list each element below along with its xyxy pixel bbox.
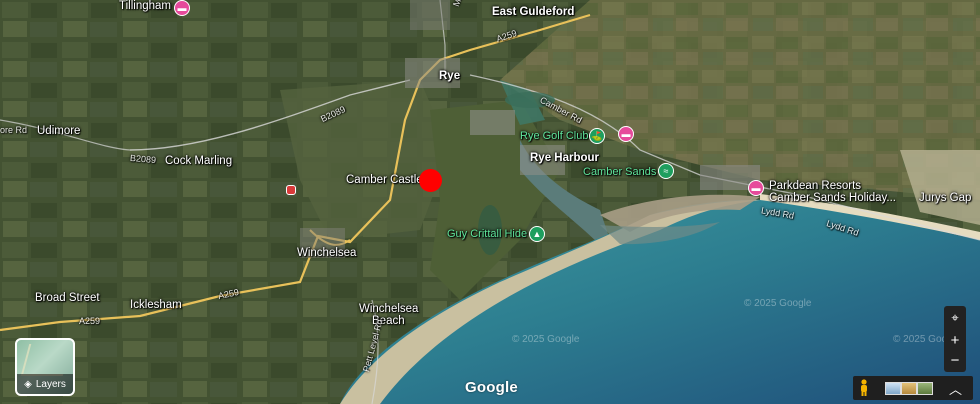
road-label-more-rd: ore Rd [0,125,28,135]
layers-button[interactable]: ◈ Layers [15,338,75,396]
bottom-toolbar: ︿ [853,376,973,400]
place-label-rye-golf-club[interactable]: Rye Golf Club [520,130,588,142]
place-label-east-guldeford: East Guldeford [492,6,575,18]
park-icon[interactable]: ▲ [529,226,545,242]
layers-label: Layers [35,378,66,390]
zoom-out-button[interactable]: − [944,350,966,370]
copyright-watermark: © 2025 Google [744,298,812,309]
copyright-watermark: © 2025 Google [512,334,580,345]
place-label-guy-crittall-hide[interactable]: Guy Crittall Hide [447,228,527,240]
place-label-parkdean-2[interactable]: Camber Sands Holiday... [769,192,896,204]
zoom-controls: ⌖ + − [944,306,966,372]
road-label-a259-left: A259 [79,316,101,326]
imagery-tile-2[interactable] [901,382,917,395]
imagery-tile-3[interactable] [917,382,933,395]
expand-chevron-icon[interactable]: ︿ [949,379,962,398]
place-label-udimore: Udimore [37,125,81,137]
place-label-cock-marling: Cock Marling [165,155,233,167]
imagery-tile-1[interactable] [885,382,901,395]
location-marker[interactable] [419,169,442,192]
place-label-tillingham: Tillingham [119,0,171,12]
zoom-in-button[interactable]: + [944,330,966,350]
layers-icon: ◈ [24,378,32,390]
place-label-icklesham: Icklesham [130,299,182,311]
google-logo: Google [465,379,518,396]
place-label-parkdean-1[interactable]: Parkdean Resorts [769,180,861,192]
my-location-icon[interactable]: ⌖ [944,308,966,328]
golf-icon[interactable]: ⛳ [589,128,605,144]
train-station-icon[interactable] [286,185,296,195]
satellite-map[interactable]: Tillingham ▬ East Guldeford Military Rd … [0,0,980,404]
hotel-icon[interactable]: ▬ [748,180,764,196]
pegman-icon[interactable] [857,379,871,397]
road-label-b2089-b: B2089 [129,152,157,166]
hotel-icon[interactable]: ▬ [618,126,634,142]
place-label-rye: Rye [439,70,461,82]
place-label-winchelsea: Winchelsea [297,247,357,259]
place-label-winchelsea-beach-1: Winchelsea [359,303,419,315]
hotel-icon[interactable]: ▬ [174,0,190,16]
place-label-camber-castle: Camber Castle [346,174,423,186]
beach-icon[interactable]: ≈ [658,163,674,179]
place-label-broad-street: Broad Street [35,292,100,304]
place-label-jurys-gap: Jurys Gap [919,192,972,204]
place-label-rye-harbour: Rye Harbour [530,152,600,164]
place-label-camber-sands[interactable]: Camber Sands [583,166,656,178]
layers-thumbnail [20,344,72,376]
